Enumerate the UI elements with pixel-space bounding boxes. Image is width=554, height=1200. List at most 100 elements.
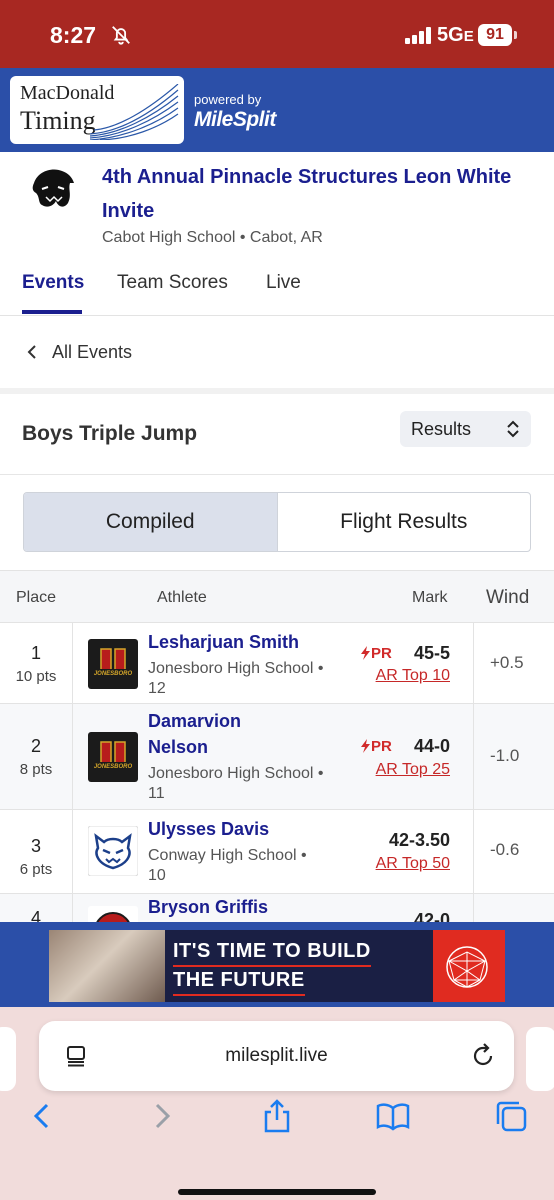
segment-compiled[interactable]: Compiled bbox=[24, 493, 278, 551]
school-logo bbox=[88, 906, 138, 922]
tab-team-scores[interactable]: Team Scores bbox=[117, 272, 228, 294]
mark-value: 42-0 bbox=[413, 910, 450, 922]
header-wind: Wind bbox=[486, 587, 530, 608]
results-table[interactable]: Place Athlete Mark Wind 1 10 pts JONESBO… bbox=[0, 570, 554, 922]
browser-toolbar: milesplit.live bbox=[0, 1007, 554, 1200]
bell-slash-icon bbox=[112, 26, 130, 45]
bolt-icon bbox=[361, 739, 370, 753]
meet-tabs: Events Team Scores Live bbox=[0, 260, 554, 316]
athlete-name[interactable]: Damarvion Nelson bbox=[148, 708, 268, 760]
wind-value: -1.0 bbox=[490, 746, 520, 765]
meet-title: 4th Annual Pinnacle Structures Leon Whit… bbox=[102, 166, 512, 222]
svg-text:JONESBORO: JONESBORO bbox=[94, 764, 133, 770]
header-athlete: Athlete bbox=[157, 589, 207, 606]
macdonald-timing-logo[interactable]: MacDonald Timing bbox=[10, 76, 184, 144]
chevron-left-icon bbox=[27, 345, 36, 359]
battery-tip bbox=[514, 31, 517, 39]
athlete-school: Conway High School • 10 bbox=[148, 847, 307, 884]
milesplit-logo[interactable]: MileSplit bbox=[194, 108, 276, 132]
place-cell: 2 8 pts bbox=[0, 704, 73, 809]
logo-line-2: Timing bbox=[20, 106, 96, 135]
globe-icon bbox=[446, 946, 488, 988]
state-rank-link[interactable]: AR Top 25 bbox=[376, 761, 450, 779]
athlete-name[interactable]: Ulysses Davis bbox=[148, 816, 318, 842]
updown-chevron-icon bbox=[507, 420, 519, 438]
all-events-link[interactable]: All Events bbox=[0, 317, 554, 389]
place-cell: 3 6 pts bbox=[0, 810, 73, 893]
mark-value: 45-5 bbox=[413, 643, 450, 663]
back-icon[interactable] bbox=[26, 1099, 60, 1133]
tabs-icon[interactable] bbox=[494, 1099, 528, 1133]
place-number: 1 bbox=[30, 643, 41, 663]
pr-label: PR bbox=[371, 738, 392, 755]
previous-tab-peek[interactable] bbox=[0, 1027, 16, 1091]
bolt-icon bbox=[361, 646, 370, 660]
tab-live[interactable]: Live bbox=[266, 272, 301, 294]
place-number: 3 bbox=[30, 836, 41, 856]
track-lines-icon bbox=[90, 84, 179, 140]
wind-value: -0.6 bbox=[490, 840, 520, 859]
ad-headline: IT'S TIME TO BUILD THE FUTURE bbox=[173, 938, 371, 996]
wind-cell bbox=[473, 894, 554, 922]
share-icon[interactable] bbox=[260, 1099, 294, 1133]
brand-header: MacDonald Timing powered by MileSplit bbox=[0, 68, 554, 152]
ad-photo bbox=[49, 930, 165, 1002]
results-segmented-control: Compiled Flight Results bbox=[23, 492, 531, 552]
jonesboro-logo: JONESBORO bbox=[88, 639, 138, 689]
status-bar: 8:27 5GE 91 bbox=[0, 0, 554, 68]
tab-events[interactable]: Events bbox=[22, 272, 84, 294]
place-points: 8 pts bbox=[19, 761, 53, 778]
table-row[interactable]: 3 6 pts Ulysses Davis Conway High School… bbox=[0, 810, 554, 894]
wind-cell: -0.6 bbox=[473, 810, 554, 893]
next-tab-peek[interactable] bbox=[526, 1027, 554, 1091]
signal-icon bbox=[405, 26, 431, 44]
powered-by-label: powered by bbox=[194, 92, 262, 107]
advertisement[interactable]: IT'S TIME TO BUILD THE FUTURE bbox=[49, 930, 505, 1002]
table-header: Place Athlete Mark Wind bbox=[0, 570, 554, 623]
place-cell: 4 bbox=[0, 894, 73, 922]
conway-wampus-logo bbox=[88, 826, 138, 876]
table-row[interactable]: 1 10 pts JONESBORO Lesharjuan Smith Jone… bbox=[0, 623, 554, 704]
view-select-value: Results bbox=[411, 419, 472, 439]
table-row[interactable]: 4 Bryson Griffis 42-0 bbox=[0, 894, 554, 922]
mark-value: 42-3.50 bbox=[388, 830, 450, 850]
ad-headline-line-1: IT'S TIME TO BUILD bbox=[173, 938, 371, 967]
pr-label: PR bbox=[371, 645, 392, 662]
panther-logo bbox=[32, 169, 74, 207]
place-cell: 1 10 pts bbox=[0, 623, 73, 703]
state-rank-link[interactable]: AR Top 50 bbox=[376, 855, 450, 873]
active-tab-indicator bbox=[22, 310, 82, 314]
mark-value: 44-0 bbox=[413, 736, 450, 756]
wind-value: +0.5 bbox=[490, 653, 524, 672]
state-rank-link[interactable]: AR Top 10 bbox=[376, 667, 450, 685]
place-points: 10 pts bbox=[15, 668, 57, 685]
pr-badge: PR bbox=[360, 738, 392, 755]
ad-banner-bar: IT'S TIME TO BUILD THE FUTURE bbox=[0, 922, 554, 1007]
ad-headline-line-2: THE FUTURE bbox=[173, 967, 305, 996]
segment-flight-results[interactable]: Flight Results bbox=[278, 493, 531, 551]
table-row[interactable]: 2 8 pts JONESBORO Damarvion Nelson Jones… bbox=[0, 704, 554, 810]
bookmarks-icon[interactable] bbox=[376, 1099, 410, 1133]
athlete-name[interactable]: Lesharjuan Smith bbox=[148, 629, 318, 655]
network-type: 5GE bbox=[437, 24, 474, 46]
battery-icon: 91 bbox=[478, 24, 512, 46]
status-time: 8:27 bbox=[50, 22, 97, 48]
meet-location: Cabot High School • Cabot, AR bbox=[102, 229, 323, 246]
athlete-name[interactable]: Bryson Griffis bbox=[148, 894, 318, 920]
wind-cell: +0.5 bbox=[473, 623, 554, 703]
event-title: Boys Triple Jump bbox=[22, 422, 198, 445]
url-text[interactable]: milesplit.live bbox=[39, 1045, 514, 1067]
place-number: 4 bbox=[30, 908, 41, 922]
jonesboro-logo: JONESBORO bbox=[88, 732, 138, 782]
reload-icon[interactable] bbox=[470, 1043, 496, 1069]
header-mark: Mark bbox=[412, 589, 448, 606]
pr-badge: PR bbox=[360, 645, 392, 662]
address-bar[interactable]: milesplit.live bbox=[39, 1021, 514, 1091]
wind-cell: -1.0 bbox=[473, 704, 554, 809]
forward-icon[interactable] bbox=[144, 1099, 178, 1133]
header-place: Place bbox=[16, 589, 57, 606]
place-points: 6 pts bbox=[19, 861, 53, 878]
home-indicator bbox=[178, 1189, 376, 1195]
view-select[interactable]: Results bbox=[400, 411, 531, 447]
athlete-school: Jonesboro High School • 11 bbox=[148, 765, 324, 802]
